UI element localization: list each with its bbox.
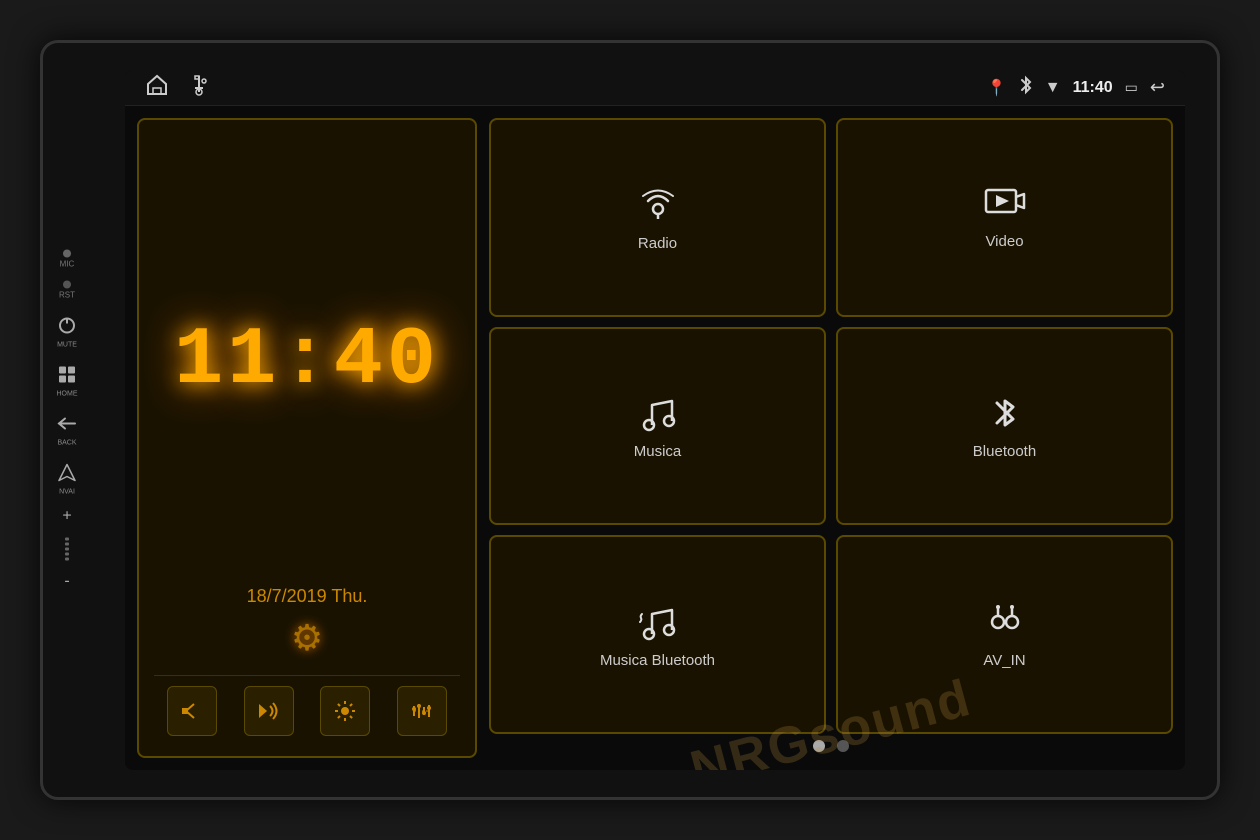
musica-label: Musica (634, 443, 682, 460)
status-bar: 📍 ▼ 11:40 ▭ ↩ (125, 70, 1185, 106)
power-icon (53, 312, 81, 340)
musica-bluetooth-button[interactable]: Musica Bluetooth (489, 535, 826, 734)
av-in-button[interactable]: AV_IN (836, 535, 1173, 734)
home-button[interactable]: HOME (53, 361, 81, 398)
volume-slider (65, 538, 69, 561)
navigation-icon (53, 459, 81, 487)
home-status-icon[interactable] (145, 74, 169, 101)
window-icon[interactable]: ▭ (1125, 79, 1138, 96)
nvai-button[interactable]: NVAI (53, 459, 81, 496)
mute-button[interactable]: MUTE (53, 312, 81, 349)
page-dot-1[interactable] (813, 740, 825, 752)
main-screen: 📍 ▼ 11:40 ▭ ↩ 11:40 18/7/2019 Thu. (125, 70, 1185, 770)
page-dots (489, 734, 1173, 758)
clock-controls (154, 675, 460, 741)
right-panel: Radio Video (489, 118, 1173, 758)
bluetooth-label: Bluetooth (973, 443, 1036, 460)
brightness-ctrl[interactable] (320, 686, 370, 736)
volume-down-button[interactable]: - (64, 573, 69, 591)
musica-button[interactable]: Musica (489, 327, 826, 526)
video-label: Video (985, 233, 1023, 250)
av-icon (983, 600, 1027, 644)
eq-ctrl[interactable] (397, 686, 447, 736)
back-arrow-icon (53, 410, 81, 438)
page-dot-2[interactable] (837, 740, 849, 752)
bluetooth-icon (990, 391, 1020, 435)
side-panel: MIC RST MUTE HO (53, 250, 81, 591)
radio-icon (636, 183, 680, 227)
app-grid: Radio Video (489, 118, 1173, 734)
back-status-icon[interactable]: ↩ (1150, 77, 1165, 98)
clock-panel: 11:40 18/7/2019 Thu. ⚙ (137, 118, 477, 758)
video-icon (983, 185, 1027, 225)
device-outer: MIC RST MUTE HO (40, 40, 1220, 800)
bluetooth-status-icon (1019, 75, 1033, 100)
volume-up-button[interactable]: + (62, 508, 71, 526)
status-time: 11:40 (1073, 79, 1113, 97)
back-button[interactable]: BACK (53, 410, 81, 447)
music-icon (636, 391, 680, 435)
clock-date: 18/7/2019 Thu. (154, 586, 460, 607)
gear-icon[interactable]: ⚙ (154, 617, 460, 659)
musica-bluetooth-label: Musica Bluetooth (600, 652, 715, 669)
video-button[interactable]: Video (836, 118, 1173, 317)
radio-button[interactable]: Radio (489, 118, 826, 317)
clock-time: 11:40 (174, 320, 440, 402)
rst-button[interactable]: RST (59, 281, 75, 300)
status-left (145, 74, 209, 101)
clock-display: 11:40 (154, 135, 460, 586)
av-in-label: AV_IN (983, 652, 1025, 669)
volume-up-ctrl[interactable] (244, 686, 294, 736)
volume-down-ctrl[interactable] (167, 686, 217, 736)
usb-icon (189, 74, 209, 101)
location-icon: 📍 (987, 78, 1007, 98)
music-bt-icon (636, 600, 680, 644)
bluetooth-button[interactable]: Bluetooth (836, 327, 1173, 526)
content-area: 11:40 18/7/2019 Thu. ⚙ (125, 106, 1185, 770)
home-grid-icon (53, 361, 81, 389)
status-right: 📍 ▼ 11:40 ▭ ↩ (987, 75, 1165, 100)
wifi-icon: ▼ (1045, 79, 1061, 97)
radio-label: Radio (638, 235, 677, 252)
mic-indicator: MIC (60, 250, 75, 269)
